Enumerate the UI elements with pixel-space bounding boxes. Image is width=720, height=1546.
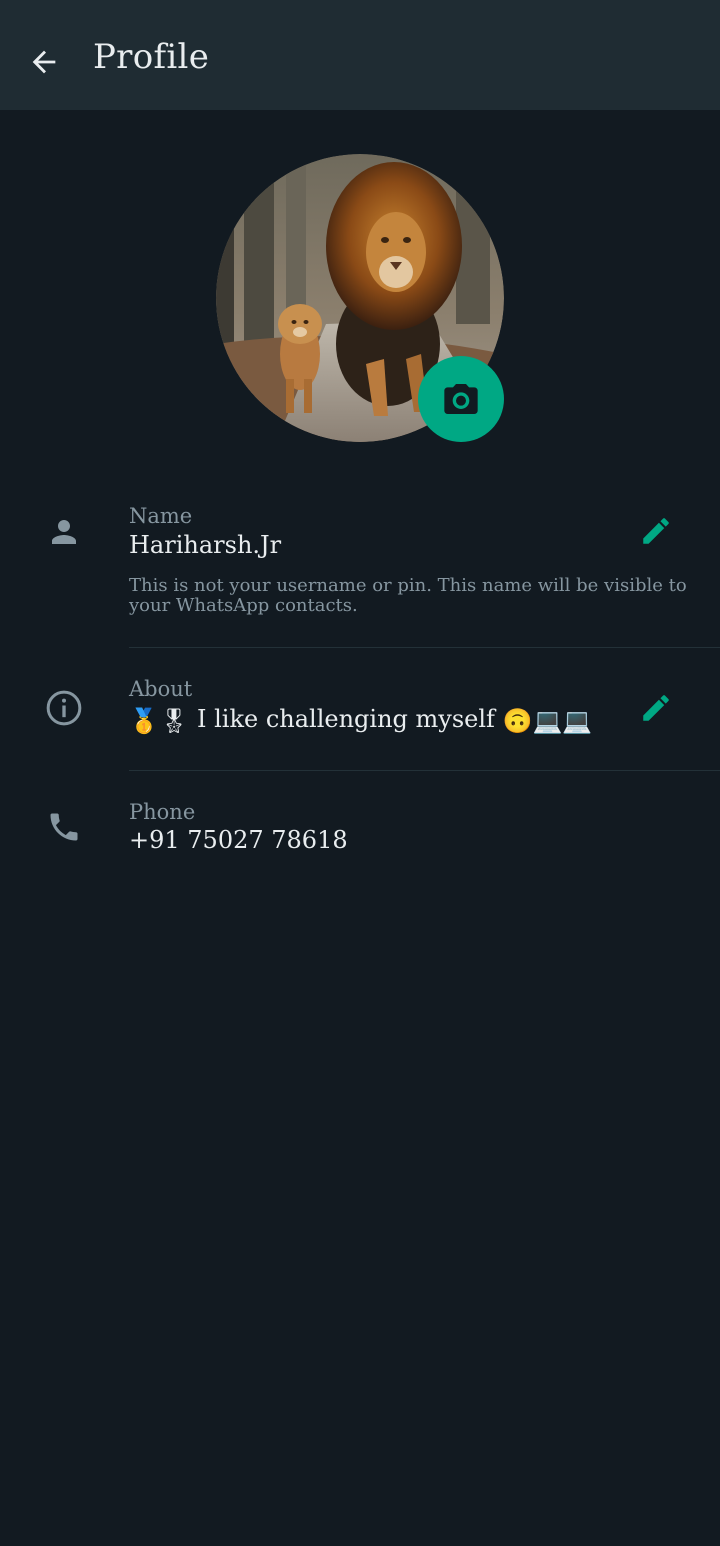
phone-label: Phone	[129, 800, 196, 824]
person-icon	[42, 510, 86, 554]
name-value: Hariharsh.Jr	[129, 531, 282, 559]
name-hint: This is not your username or pin. This n…	[129, 575, 687, 616]
arrow-left-icon	[32, 50, 56, 74]
camera-icon	[444, 384, 478, 414]
about-label: About	[129, 677, 193, 701]
edit-about-button[interactable]	[634, 686, 678, 730]
profile-screen: Profile Name Hariharsh.Jr This is not yo…	[0, 0, 720, 1546]
about-value: 🥇🎖 I like challenging myself 🙃💻💻	[129, 705, 592, 735]
top-app-bar: Profile	[0, 0, 720, 110]
status-emojis: 🙃💻💻	[502, 706, 593, 735]
back-button[interactable]	[22, 40, 66, 84]
edit-name-button[interactable]	[634, 509, 678, 553]
about-row[interactable]: About 🥇🎖 I like challenging myself 🙃💻💻	[0, 672, 720, 770]
name-row[interactable]: Name Hariharsh.Jr This is not your usern…	[0, 500, 720, 647]
divider	[129, 647, 720, 648]
profile-photo-container	[216, 154, 504, 442]
medal-emojis: 🥇🎖	[129, 706, 190, 735]
divider	[129, 770, 720, 771]
pencil-icon	[643, 518, 669, 544]
pencil-icon	[643, 695, 669, 721]
about-text: I like challenging myself	[197, 705, 495, 733]
page-title: Profile	[93, 37, 210, 77]
phone-value: +91 75027 78618	[129, 826, 348, 854]
change-photo-button[interactable]	[418, 356, 504, 442]
name-label: Name	[129, 504, 193, 528]
phone-icon	[42, 805, 86, 849]
phone-row: Phone +91 75027 78618	[0, 795, 720, 875]
info-icon	[42, 686, 86, 730]
